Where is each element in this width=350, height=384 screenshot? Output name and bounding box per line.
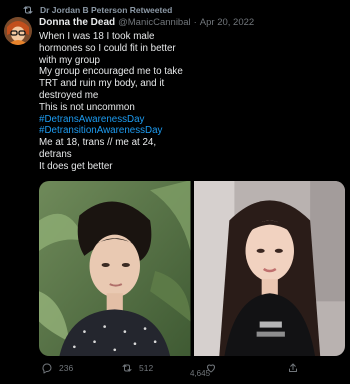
tweet-actions: 236 512	[39, 362, 339, 376]
reply-count: 236	[59, 363, 74, 373]
tweet-line: When I was 18 I took male	[39, 31, 155, 42]
retweet-icon	[23, 6, 33, 14]
photo-right[interactable]	[193, 181, 345, 356]
avatar[interactable]	[4, 17, 32, 45]
reply-button[interactable]: 236	[41, 362, 73, 374]
share-button[interactable]	[287, 362, 299, 374]
hashtag-link[interactable]: #DetransitionAwarenessDay	[39, 125, 309, 137]
retweet-icon	[122, 364, 132, 372]
tweet-line: hormones so I could fit in better	[39, 42, 176, 54]
tweet-date[interactable]: Apr 20, 2022	[200, 17, 254, 28]
retweet-button[interactable]: 512	[121, 362, 153, 374]
photo-right-image	[193, 181, 345, 356]
share-icon	[289, 363, 297, 372]
tweet-line: detrans	[39, 148, 72, 160]
tweet-line: with my group	[39, 54, 100, 66]
retweet-banner[interactable]: Dr Jordan B Peterson Retweeted	[22, 3, 172, 17]
photo-left-image	[39, 181, 191, 356]
media-gallery	[39, 181, 345, 356]
hashtag-link[interactable]: #DetransAwarenessDay	[39, 114, 309, 126]
retweet-count: 512	[139, 363, 154, 373]
avatar-image	[4, 17, 32, 45]
tweet-line: destroyed me	[39, 89, 99, 101]
retweet-banner-text: Dr Jordan B Peterson Retweeted	[40, 5, 173, 15]
tweet-text: When I was 18 I took male hormones so I …	[39, 31, 309, 173]
tweet-line: TRT and ruin my body, and it	[39, 78, 165, 90]
tweet-line: This is not uncommon	[39, 101, 135, 113]
tweet-body[interactable]: Donna the Dead @ManicCannibal · Apr 20, …	[39, 17, 344, 173]
user-handle[interactable]: @ManicCannibal	[118, 17, 190, 28]
tweet-header: Donna the Dead @ManicCannibal · Apr 20, …	[39, 17, 344, 30]
photo-left[interactable]	[39, 181, 191, 356]
tweet-line: It does get better	[39, 160, 113, 172]
tweet-line: Me at 18, trans // me at 24,	[39, 137, 157, 149]
display-name[interactable]: Donna the Dead	[39, 17, 115, 28]
like-count: 4,645	[190, 369, 211, 378]
reply-icon	[42, 363, 52, 374]
tweet-line: My group encouraged me to take	[39, 66, 183, 78]
separator-dot: ·	[193, 17, 197, 28]
